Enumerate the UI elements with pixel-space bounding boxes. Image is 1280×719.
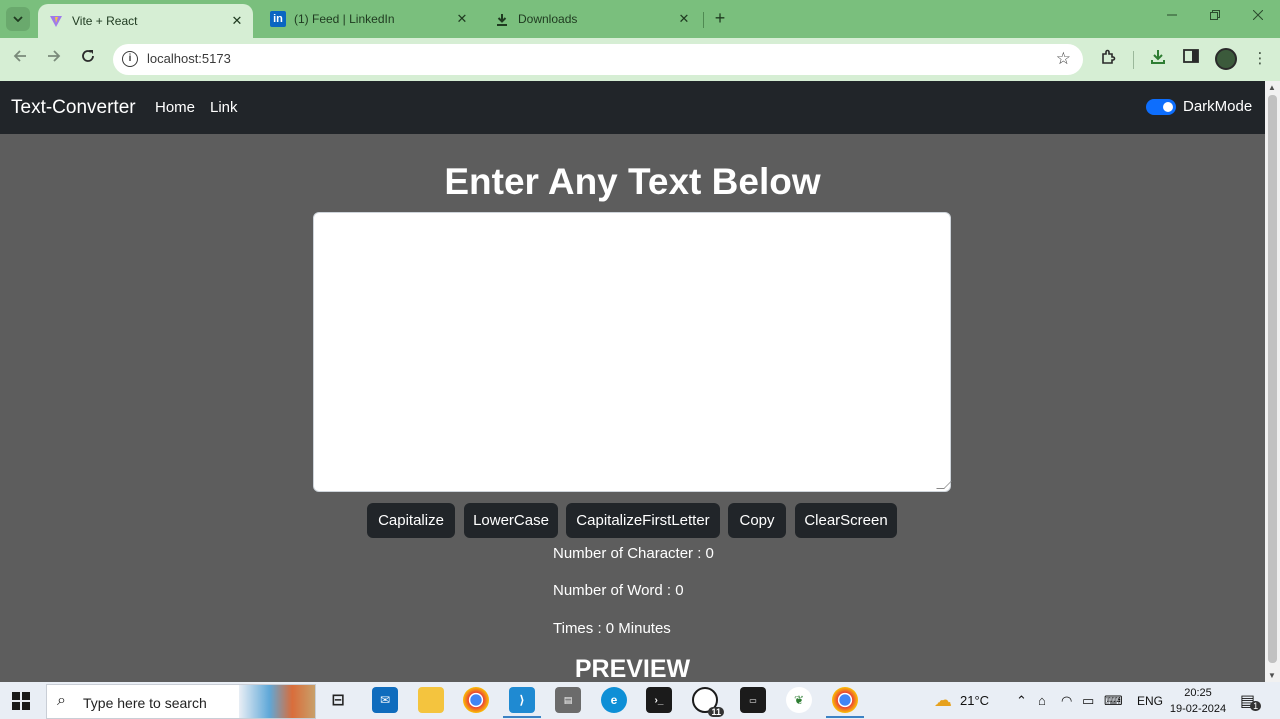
url-text[interactable]: localhost:5173 xyxy=(147,51,231,66)
dark-mode-toggle[interactable] xyxy=(1146,99,1176,115)
system-clock[interactable]: 20:25 19-02-2024 xyxy=(1168,685,1228,717)
battery-icon[interactable]: ▭ xyxy=(1082,682,1094,719)
back-arrow-icon[interactable] xyxy=(10,49,30,69)
text-input[interactable] xyxy=(313,212,951,492)
toggle-knob xyxy=(1163,102,1173,112)
mongodb-icon[interactable]: ❦ xyxy=(786,687,812,713)
tab-vite-react[interactable]: Vite + React ✕ xyxy=(38,4,253,38)
keyboard-icon[interactable]: ⌨ xyxy=(1104,682,1123,719)
minimize-icon[interactable] xyxy=(1157,8,1187,23)
close-icon[interactable]: ✕ xyxy=(227,13,247,29)
tab-label: Downloads xyxy=(518,12,578,26)
weather-icon: ☁ xyxy=(934,690,952,710)
terminal-icon[interactable]: ›_ xyxy=(646,687,672,713)
tab-downloads[interactable]: Downloads ✕ xyxy=(484,4,700,34)
weather-widget[interactable]: ☁ 21°C xyxy=(934,682,989,719)
nav-home-link[interactable]: Home xyxy=(155,99,195,116)
wifi-icon[interactable]: ◠ xyxy=(1061,682,1072,719)
downloads-icon[interactable] xyxy=(1148,49,1168,69)
tab-search-button[interactable] xyxy=(6,7,30,31)
profile-avatar[interactable] xyxy=(1215,48,1237,70)
language-indicator[interactable]: ENG xyxy=(1137,682,1163,719)
close-icon[interactable]: ✕ xyxy=(452,11,472,27)
show-hidden-icons[interactable]: ⌃ xyxy=(1016,682,1027,719)
vite-icon xyxy=(48,13,64,29)
notification-count: 1 xyxy=(1250,700,1262,711)
capitalize-button[interactable]: Capitalize xyxy=(367,503,455,538)
bookmark-star-icon[interactable]: ☆ xyxy=(1056,49,1071,69)
app-navbar: Text-Converter Home Link DarkMode xyxy=(0,81,1265,134)
weather-temp: 21°C xyxy=(960,693,990,708)
app-window-icon[interactable]: ▭ xyxy=(740,687,766,713)
search-icon: ⌕ xyxy=(57,692,66,709)
clear-screen-button[interactable]: ClearScreen xyxy=(795,503,897,538)
browser-toolbar: i localhost:5173 ☆ ⋮ xyxy=(0,38,1280,81)
task-view-icon[interactable]: ⊟ xyxy=(325,687,351,713)
site-info-icon[interactable]: i xyxy=(122,51,138,67)
chrome-profile-icon[interactable] xyxy=(826,687,864,718)
word-count: Number of Word : 0 xyxy=(553,582,684,599)
chevron-down-icon xyxy=(13,16,23,22)
character-count: Number of Character : 0 xyxy=(553,545,714,562)
preview-heading: PREVIEW xyxy=(574,655,691,682)
windows-start-icon[interactable] xyxy=(12,692,30,710)
search-highlight-image xyxy=(239,685,315,718)
taskbar-search[interactable]: ⌕ Type here to search xyxy=(46,684,316,719)
restore-icon[interactable] xyxy=(1200,8,1230,23)
app-icon[interactable]: ▤ xyxy=(555,687,581,713)
reading-time: Times : 0 Minutes xyxy=(553,620,671,637)
whatsapp-badge: 11 xyxy=(708,707,724,717)
mail-icon[interactable]: ✉ xyxy=(372,687,398,713)
scroll-up-icon[interactable]: ▲ xyxy=(1268,83,1276,92)
page-viewport: Text-Converter Home Link DarkMode Enter … xyxy=(0,81,1265,682)
address-bar[interactable]: i localhost:5173 ☆ xyxy=(113,44,1083,75)
scrollbar-thumb[interactable] xyxy=(1268,95,1277,663)
clock-time: 20:25 xyxy=(1184,687,1212,699)
linkedin-icon: in xyxy=(270,11,286,27)
tab-label: (1) Feed | LinkedIn xyxy=(294,12,395,26)
page-heading: Enter Any Text Below xyxy=(444,161,821,202)
tab-label: Vite + React xyxy=(72,14,138,28)
chrome-icon[interactable] xyxy=(463,687,489,713)
close-icon[interactable]: ✕ xyxy=(674,11,694,27)
edge-icon[interactable]: e xyxy=(601,687,627,713)
vscode-icon[interactable]: ⟩ xyxy=(503,687,541,718)
tab-linkedin[interactable]: in (1) Feed | LinkedIn ✕ xyxy=(260,4,478,34)
tab-divider xyxy=(703,12,704,28)
scroll-down-icon[interactable]: ▼ xyxy=(1268,671,1276,680)
window-close-icon[interactable] xyxy=(1243,8,1273,23)
toolbar-divider xyxy=(1133,51,1134,69)
notification-icon[interactable]: ▤ 1 xyxy=(1240,682,1262,719)
nav-link-link[interactable]: Link xyxy=(210,99,238,116)
new-tab-button[interactable]: + xyxy=(710,8,730,28)
forward-arrow-icon[interactable] xyxy=(44,49,64,69)
brand-title[interactable]: Text-Converter xyxy=(11,97,136,119)
browser-tab-strip: Vite + React ✕ in (1) Feed | LinkedIn ✕ … xyxy=(0,0,1280,38)
more-menu-icon[interactable]: ⋮ xyxy=(1250,49,1270,69)
whatsapp-icon[interactable]: 11 xyxy=(692,687,724,717)
dark-mode-label: DarkMode xyxy=(1183,98,1253,115)
extensions-icon[interactable] xyxy=(1098,49,1118,69)
lowercase-button[interactable]: LowerCase xyxy=(464,503,558,538)
windows-taskbar: ⌕ Type here to search ⊟ ✉ ⟩ ▤ e ›_ 11 ▭ … xyxy=(0,682,1280,719)
download-icon xyxy=(494,11,510,27)
meet-icon[interactable]: ⌂ xyxy=(1038,682,1046,719)
page-scrollbar[interactable]: ▲ ▼ xyxy=(1265,81,1280,682)
search-placeholder: Type here to search xyxy=(83,695,207,711)
clock-date: 19-02-2024 xyxy=(1169,703,1227,715)
reload-icon[interactable] xyxy=(78,49,98,69)
file-explorer-icon[interactable] xyxy=(418,687,444,713)
side-panel-icon[interactable] xyxy=(1181,49,1201,69)
copy-button[interactable]: Copy xyxy=(728,503,786,538)
capitalize-first-letter-button[interactable]: CapitalizeFirstLetter xyxy=(566,503,720,538)
